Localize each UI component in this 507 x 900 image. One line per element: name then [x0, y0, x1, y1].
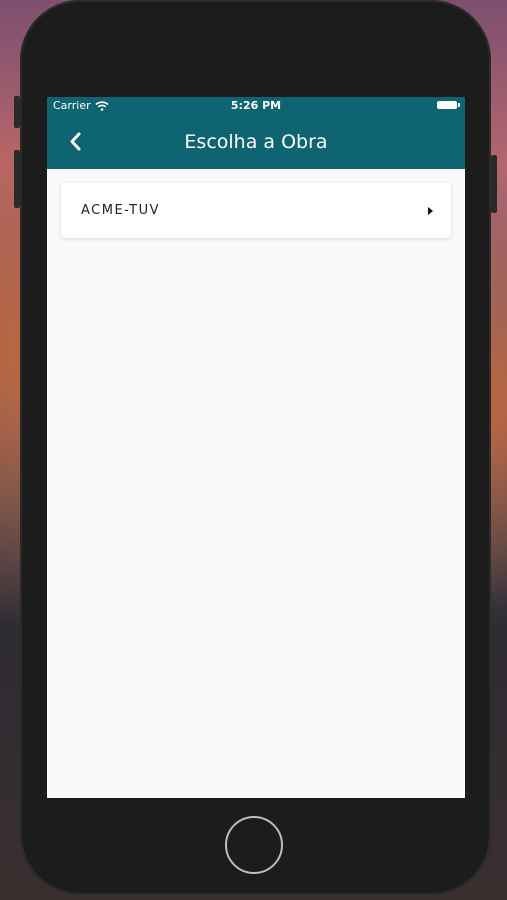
battery-icon [437, 101, 460, 109]
status-time: 5:26 PM [230, 99, 282, 112]
app-screen: Carrier 5:26 PM Escolha a Obra ACME-TUV [47, 97, 465, 798]
home-button[interactable] [225, 816, 283, 874]
status-bar: Carrier 5:26 PM [47, 97, 465, 115]
list-item-acme-tuv[interactable]: ACME-TUV [61, 183, 451, 238]
power-button [491, 155, 497, 213]
navigation-bar: Carrier 5:26 PM Escolha a Obra [47, 97, 465, 169]
page-title: Escolha a Obra [184, 131, 328, 153]
obra-list: ACME-TUV [61, 183, 451, 238]
list-item-label: ACME-TUV [81, 203, 161, 218]
chevron-right-icon [428, 207, 433, 215]
